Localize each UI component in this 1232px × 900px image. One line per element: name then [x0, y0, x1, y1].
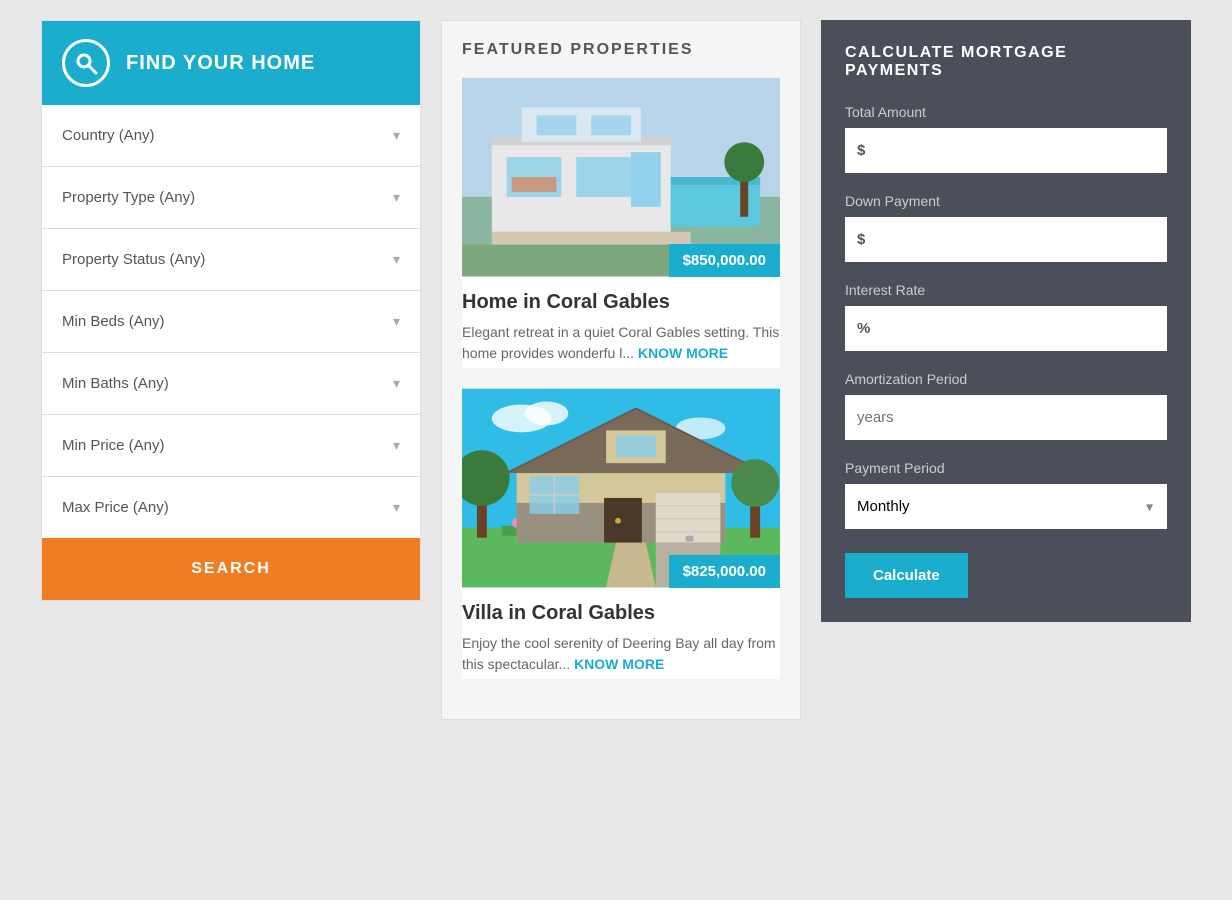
- know-more-link-2[interactable]: KNOW MORE: [574, 656, 664, 672]
- property-status-filter[interactable]: Property Status (Any) ▾: [42, 229, 420, 291]
- payment-period-label: Payment Period: [845, 460, 1167, 476]
- payment-period-group: Payment Period Monthly Weekly Bi-Weekly …: [845, 460, 1167, 529]
- know-more-link-1[interactable]: KNOW MORE: [638, 345, 728, 361]
- calculator-title: CALCULATE MORTGAGE PAYMENTS: [845, 44, 1167, 80]
- property-image-1: $850,000.00: [462, 77, 780, 277]
- filter-label-4: Min Baths (Any): [62, 375, 169, 392]
- filter-label-2: Property Status (Any): [62, 251, 205, 268]
- chevron-down-icon-6: ▾: [393, 499, 400, 516]
- interest-rate-input[interactable]: [845, 306, 1167, 351]
- property-info-1: Home in Coral Gables Elegant retreat in …: [462, 277, 780, 368]
- down-payment-label: Down Payment: [845, 193, 1167, 209]
- filter-label-6: Max Price (Any): [62, 499, 169, 516]
- country-filter[interactable]: Country (Any) ▾: [42, 105, 420, 167]
- total-amount-input[interactable]: [845, 128, 1167, 173]
- featured-title: FEATURED PROPERTIES: [462, 41, 780, 59]
- total-amount-prefix: $: [857, 142, 865, 159]
- chevron-down-icon-3: ▾: [393, 313, 400, 330]
- price-badge-2: $825,000.00: [669, 555, 780, 588]
- interest-rate-input-wrap: %: [845, 306, 1167, 351]
- amortization-period-input-wrap: [845, 395, 1167, 440]
- calculate-button[interactable]: Calculate: [845, 553, 968, 598]
- property-info-2: Villa in Coral Gables Enjoy the cool ser…: [462, 588, 780, 679]
- property-name-2: Villa in Coral Gables: [462, 602, 780, 625]
- chevron-down-icon-0: ▾: [393, 127, 400, 144]
- payment-period-select-wrap: Monthly Weekly Bi-Weekly Semi-Monthly ▾: [845, 484, 1167, 529]
- search-panel: FIND YOUR HOME Country (Any) ▾ Property …: [41, 20, 421, 601]
- search-button[interactable]: SEARCH: [42, 538, 420, 600]
- filter-label-0: Country (Any): [62, 127, 155, 144]
- max-price-filter[interactable]: Max Price (Any) ▾: [42, 477, 420, 538]
- amortization-period-input[interactable]: [845, 395, 1167, 440]
- total-amount-input-wrap: $: [845, 128, 1167, 173]
- down-payment-prefix: $: [857, 231, 865, 248]
- mortgage-calculator-panel: CALCULATE MORTGAGE PAYMENTS Total Amount…: [821, 20, 1191, 622]
- interest-rate-prefix: %: [857, 320, 870, 337]
- featured-properties-panel: FEATURED PROPERTIES: [441, 20, 801, 720]
- chevron-down-icon-2: ▾: [393, 251, 400, 268]
- property-desc-1: Elegant retreat in a quiet Coral Gables …: [462, 322, 780, 364]
- min-baths-filter[interactable]: Min Baths (Any) ▾: [42, 353, 420, 415]
- property-image-2: $825,000.00: [462, 388, 780, 588]
- price-badge-1: $850,000.00: [669, 244, 780, 277]
- search-icon: [74, 51, 98, 75]
- down-payment-group: Down Payment $: [845, 193, 1167, 262]
- down-payment-input-wrap: $: [845, 217, 1167, 262]
- min-beds-filter[interactable]: Min Beds (Any) ▾: [42, 291, 420, 353]
- property-desc-2: Enjoy the cool serenity of Deering Bay a…: [462, 633, 780, 675]
- filter-label-5: Min Price (Any): [62, 437, 165, 454]
- chevron-down-icon-1: ▾: [393, 189, 400, 206]
- amortization-period-group: Amortization Period: [845, 371, 1167, 440]
- chevron-down-icon-4: ▾: [393, 375, 400, 392]
- chevron-down-icon-5: ▾: [393, 437, 400, 454]
- amortization-period-label: Amortization Period: [845, 371, 1167, 387]
- property-name-1: Home in Coral Gables: [462, 291, 780, 314]
- filters-container: Country (Any) ▾ Property Type (Any) ▾ Pr…: [42, 105, 420, 538]
- filter-label-1: Property Type (Any): [62, 189, 195, 206]
- search-icon-circle: [62, 39, 110, 87]
- search-header: FIND YOUR HOME: [42, 21, 420, 105]
- search-header-title: FIND YOUR HOME: [126, 52, 315, 75]
- total-amount-label: Total Amount: [845, 104, 1167, 120]
- down-payment-input[interactable]: [845, 217, 1167, 262]
- property-card-2: $825,000.00 Villa in Coral Gables Enjoy …: [462, 388, 780, 679]
- interest-rate-label: Interest Rate: [845, 282, 1167, 298]
- payment-period-select[interactable]: Monthly Weekly Bi-Weekly Semi-Monthly: [845, 484, 1167, 529]
- property-type-filter[interactable]: Property Type (Any) ▾: [42, 167, 420, 229]
- interest-rate-group: Interest Rate %: [845, 282, 1167, 351]
- filter-label-3: Min Beds (Any): [62, 313, 165, 330]
- property-card-1: $850,000.00 Home in Coral Gables Elegant…: [462, 77, 780, 368]
- min-price-filter[interactable]: Min Price (Any) ▾: [42, 415, 420, 477]
- total-amount-group: Total Amount $: [845, 104, 1167, 173]
